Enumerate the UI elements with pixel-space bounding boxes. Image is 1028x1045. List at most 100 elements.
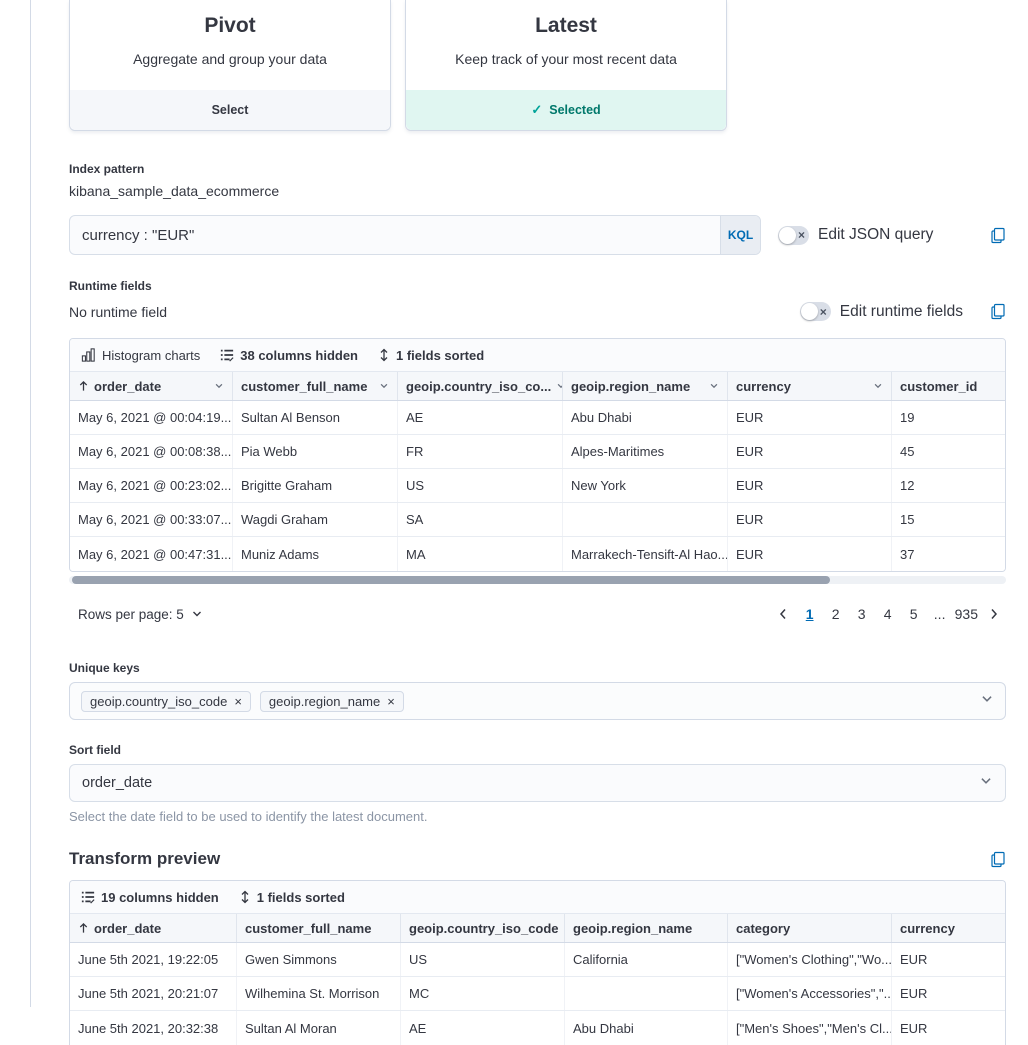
table-row: June 5th 2021, 20:21:07 Wilhemina St. Mo…: [70, 977, 1005, 1011]
page-number-3[interactable]: 3: [851, 602, 873, 626]
unique-keys-combobox[interactable]: geoip.country_iso_code × geoip.region_na…: [69, 682, 1006, 720]
remove-pill-icon[interactable]: ×: [234, 695, 242, 708]
copy-icon: [990, 227, 1006, 244]
chevron-down-icon[interactable]: [556, 381, 563, 391]
grid-cell: Wilhemina St. Morrison: [237, 977, 401, 1010]
grid-cell: MA: [398, 537, 563, 571]
column-header-currency[interactable]: currency: [728, 372, 892, 400]
chevron-down-icon[interactable]: [873, 381, 883, 391]
grid-cell: May 6, 2021 @ 00:47:31...: [70, 537, 233, 571]
edit-runtime-fields-label: Edit runtime fields: [840, 303, 963, 321]
column-header-region-name[interactable]: geoip.region_name: [563, 372, 728, 400]
column-header-customer-full-name[interactable]: customer_full_name: [233, 372, 398, 400]
grid-cell: Pia Webb: [233, 435, 398, 468]
table-row: May 6, 2021 @ 00:33:07... Wagdi Graham S…: [70, 503, 1005, 537]
fields-sorted-button[interactable]: 1 fields sorted: [378, 348, 484, 363]
column-header-order-date[interactable]: order_date: [70, 914, 237, 942]
scrollbar-thumb[interactable]: [72, 576, 830, 584]
query-input[interactable]: currency : "EUR" KQL: [69, 215, 761, 255]
sort-asc-icon: [78, 380, 89, 392]
page-number-1[interactable]: 1: [799, 602, 821, 626]
chevron-down-icon[interactable]: [709, 381, 719, 391]
column-header-category[interactable]: category: [728, 914, 892, 942]
column-header-country-iso-code[interactable]: geoip.country_iso_code: [401, 914, 565, 942]
column-label: customer_id: [900, 379, 977, 394]
toggle-knob: [779, 227, 796, 244]
grid-cell: EUR: [728, 503, 892, 536]
previous-page-button[interactable]: [771, 607, 795, 621]
toggle-off-icon: ×: [820, 306, 827, 318]
grid-cell: [565, 977, 728, 1010]
query-input-value[interactable]: currency : "EUR": [70, 227, 720, 244]
unique-keys-label: Unique keys: [69, 661, 1006, 675]
copy-query-button[interactable]: [990, 227, 1006, 244]
grid-cell: Wagdi Graham: [233, 503, 398, 536]
grid-cell: MC: [401, 977, 565, 1010]
grid-cell: May 6, 2021 @ 00:08:38...: [70, 435, 233, 468]
edit-runtime-fields-toggle[interactable]: ×: [800, 302, 831, 321]
grid-cell: EUR: [728, 401, 892, 434]
toggle-knob: [801, 303, 818, 320]
runtime-fields-row: No runtime field × Edit runtime fields: [69, 302, 1006, 321]
source-grid-header: order_date customer_full_name geoip.coun…: [70, 372, 1005, 401]
next-page-button[interactable]: [982, 607, 1006, 621]
page-number-2[interactable]: 2: [825, 602, 847, 626]
index-pattern-label: Index pattern: [69, 162, 1006, 176]
columns-hidden-button[interactable]: 19 columns hidden: [81, 890, 219, 905]
fields-sorted-label: 1 fields sorted: [396, 348, 484, 363]
grid-cell: June 5th 2021, 20:21:07: [70, 977, 237, 1010]
sort-field-select[interactable]: order_date: [69, 764, 1006, 802]
chevron-down-icon[interactable]: [214, 381, 224, 391]
column-label: customer_full_name: [245, 921, 371, 936]
column-header-currency[interactable]: currency: [892, 914, 1005, 942]
grid-cell: US: [398, 469, 563, 502]
column-label: order_date: [94, 921, 161, 936]
pivot-card[interactable]: Pivot Aggregate and group your data Sele…: [69, 0, 391, 131]
copy-runtime-button[interactable]: [990, 303, 1006, 320]
grid-cell: EUR: [892, 1011, 1005, 1045]
transform-preview-title: Transform preview: [69, 849, 220, 869]
table-row: May 6, 2021 @ 00:47:31... Muniz Adams MA…: [70, 537, 1005, 571]
horizontal-scrollbar[interactable]: [69, 576, 1006, 584]
query-bar-row: currency : "EUR" KQL × Edit JSON query: [69, 215, 1006, 255]
column-label: currency: [736, 379, 791, 394]
latest-selected-button[interactable]: ✓ Selected: [406, 90, 726, 130]
sort-field-help-text: Select the date field to be used to iden…: [69, 809, 1006, 824]
kql-language-button[interactable]: KQL: [720, 216, 760, 254]
grid-cell: June 5th 2021, 20:32:38: [70, 1011, 237, 1045]
page-ellipsis: ...: [929, 602, 951, 626]
latest-card[interactable]: Latest Keep track of your most recent da…: [405, 0, 727, 131]
grid-cell: Sultan Al Benson: [233, 401, 398, 434]
copy-preview-button[interactable]: [990, 851, 1006, 868]
pivot-select-label: Select: [212, 103, 249, 117]
grid-cell: May 6, 2021 @ 00:04:19...: [70, 401, 233, 434]
edit-json-query-toggle[interactable]: ×: [778, 226, 809, 245]
histogram-charts-button[interactable]: Histogram charts: [81, 348, 200, 363]
column-header-country-iso-code[interactable]: geoip.country_iso_co...: [398, 372, 563, 400]
remove-pill-icon[interactable]: ×: [387, 695, 395, 708]
grid-cell: FR: [398, 435, 563, 468]
grid-cell: 15: [892, 503, 1005, 536]
copy-icon: [990, 303, 1006, 320]
column-header-customer-id[interactable]: customer_id: [892, 372, 1005, 400]
rows-per-page-button[interactable]: Rows per page: 5: [69, 607, 203, 622]
sort-field-value: order_date: [82, 775, 152, 791]
chevron-right-icon: [988, 607, 1000, 621]
chevron-down-icon[interactable]: [379, 381, 389, 391]
page-number-last[interactable]: 935: [955, 602, 978, 626]
page-number-5[interactable]: 5: [903, 602, 925, 626]
column-header-order-date[interactable]: order_date: [70, 372, 233, 400]
column-header-region-name[interactable]: geoip.region_name: [565, 914, 728, 942]
column-header-customer-full-name[interactable]: customer_full_name: [237, 914, 401, 942]
pivot-select-button[interactable]: Select: [70, 90, 390, 130]
chevron-down-icon[interactable]: [980, 692, 994, 706]
grid-cell: EUR: [892, 943, 1005, 976]
grid-cell: California: [565, 943, 728, 976]
page-number-4[interactable]: 4: [877, 602, 899, 626]
grid-cell: Alpes-Maritimes: [563, 435, 728, 468]
pivot-card-description: Aggregate and group your data: [70, 51, 390, 67]
columns-hidden-button[interactable]: 38 columns hidden: [220, 348, 358, 363]
sort-fields-icon: [378, 348, 390, 362]
rows-per-page-label: Rows per page: 5: [78, 607, 184, 622]
fields-sorted-button[interactable]: 1 fields sorted: [239, 890, 345, 905]
